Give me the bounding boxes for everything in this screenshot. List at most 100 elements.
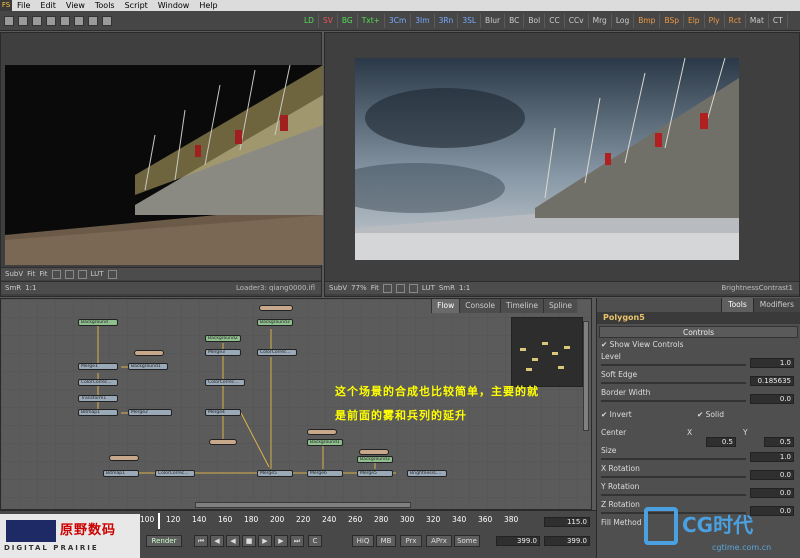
- node-colorcorrector[interactable]: ColorCorrec...: [78, 379, 118, 386]
- node-merge6[interactable]: Merge6: [307, 470, 343, 477]
- toolbar-button-3cm[interactable]: 3Cm: [385, 13, 412, 28]
- time-ruler[interactable]: 100 120 140 160 180 200 220 240 260 280 300 320 340 3…: [140, 515, 540, 527]
- prx-button[interactable]: Prx: [400, 535, 422, 547]
- new-icon[interactable]: [4, 15, 14, 26]
- node-note-4[interactable]: [109, 455, 139, 461]
- end-time-2[interactable]: 399.0: [544, 536, 590, 546]
- node-background2[interactable]: Background2: [205, 335, 241, 342]
- ratio-button[interactable]: 1:1: [25, 284, 36, 292]
- node-colorcorrector-3[interactable]: ColorCorrec...: [205, 379, 245, 386]
- node-colorcorrector-4[interactable]: ColorCorrec...: [155, 470, 195, 477]
- render-button[interactable]: Render: [146, 535, 182, 547]
- node-transform1[interactable]: Transform1: [78, 395, 118, 402]
- level-slider[interactable]: [601, 364, 746, 366]
- invert-checkbox[interactable]: ✔ Invert: [601, 410, 632, 419]
- smr-button[interactable]: SmR: [5, 284, 21, 292]
- lock-icon[interactable]: [107, 269, 117, 279]
- toolbar-button-sv[interactable]: SV: [319, 13, 338, 28]
- softedge-slider[interactable]: [601, 382, 746, 384]
- toolbar-button-ct[interactable]: CT: [769, 13, 788, 28]
- save-icon[interactable]: [32, 15, 42, 26]
- toolbar-button-elp[interactable]: Elp: [684, 13, 705, 28]
- toolbar-button-txt[interactable]: Txt+: [358, 13, 385, 28]
- xrot-row[interactable]: X Rotation 0.0: [597, 464, 800, 482]
- smr-button[interactable]: SmR: [439, 284, 455, 292]
- curve-icon[interactable]: [51, 269, 61, 279]
- toolbar-button-log[interactable]: Log: [612, 13, 635, 28]
- node-merge3[interactable]: Merge3: [205, 349, 241, 356]
- fit-button[interactable]: Fit: [371, 284, 379, 292]
- node-bitmap[interactable]: Background: [78, 319, 118, 326]
- zoom-level[interactable]: 77%: [351, 284, 367, 292]
- aprx-button[interactable]: APrx: [426, 535, 452, 547]
- circle-icon[interactable]: [77, 269, 87, 279]
- node-note-6[interactable]: [307, 429, 337, 435]
- copy-icon[interactable]: [60, 15, 70, 26]
- size-slider[interactable]: [601, 458, 746, 460]
- size-value[interactable]: 1.0: [750, 452, 794, 462]
- ratio-button[interactable]: 1:1: [459, 284, 470, 292]
- solid-checkbox[interactable]: ✔ Solid: [697, 410, 724, 419]
- menu-script[interactable]: Script: [120, 0, 153, 11]
- toolbar-button-bol[interactable]: Bol: [524, 13, 546, 28]
- node-colorcorrector-2[interactable]: ColorCorrec...: [257, 349, 297, 356]
- fit-button[interactable]: Fit: [27, 270, 35, 278]
- toolbar-button-3im[interactable]: 3Im: [411, 13, 435, 28]
- yrot-row[interactable]: Y Rotation 0.0: [597, 482, 800, 500]
- play-back-icon[interactable]: ◀: [226, 535, 240, 547]
- subv-button[interactable]: SubV: [5, 270, 23, 278]
- current-time[interactable]: 115.0: [544, 517, 590, 527]
- node-brightness[interactable]: BrightnessC...: [407, 470, 447, 477]
- node-background5[interactable]: Background3: [357, 456, 393, 463]
- node-merge5[interactable]: Merge5: [257, 470, 293, 477]
- lut-button[interactable]: LUT: [91, 270, 104, 278]
- toolbar-button-bc[interactable]: BC: [505, 13, 525, 28]
- node-merge1[interactable]: Merge1: [78, 363, 118, 370]
- paste-icon[interactable]: [74, 15, 84, 26]
- node-bitmap1[interactable]: Bitmap1: [78, 409, 118, 416]
- node-bitmap2[interactable]: Bitmap1: [103, 470, 139, 477]
- circle-icon[interactable]: [408, 283, 418, 293]
- some-button[interactable]: Some: [454, 535, 480, 547]
- step-forward-icon[interactable]: ▶: [274, 535, 288, 547]
- param-level[interactable]: Level 1.0: [597, 352, 800, 370]
- flow-scrollbar-v[interactable]: [583, 321, 589, 431]
- open-icon[interactable]: [18, 15, 28, 26]
- node-background1[interactable]: Background1: [128, 363, 168, 370]
- node-background3[interactable]: Background3: [257, 319, 293, 326]
- playhead[interactable]: [158, 513, 160, 529]
- param-soft-edge[interactable]: Soft Edge 0.185635: [597, 370, 800, 388]
- yrot-value[interactable]: 0.0: [750, 488, 794, 498]
- toolbar-button-bg[interactable]: BG: [338, 13, 358, 28]
- menu-help[interactable]: Help: [194, 0, 222, 11]
- flow-panel[interactable]: Flow Console Timeline Spline Background …: [0, 298, 592, 510]
- param-border-width[interactable]: Border Width 0.0: [597, 388, 800, 406]
- viewer-left[interactable]: SubV Fit Fit LUT SmR 1:1 Loader3: qiang0…: [0, 32, 323, 297]
- node-merge2[interactable]: Merge2: [128, 409, 172, 416]
- xrot-value[interactable]: 0.0: [750, 470, 794, 480]
- fit-button-2[interactable]: Fit: [39, 270, 47, 278]
- toolbar-button-bmp[interactable]: Bmp: [634, 13, 661, 28]
- toolbar-button-blur[interactable]: Blur: [481, 13, 506, 28]
- menu-edit[interactable]: Edit: [35, 0, 61, 11]
- redo-icon[interactable]: [102, 15, 112, 26]
- undo-icon[interactable]: [88, 15, 98, 26]
- xrot-slider[interactable]: [601, 476, 746, 478]
- tab-tools[interactable]: Tools: [721, 298, 753, 312]
- toolbar-button-ccv[interactable]: CCv: [565, 13, 589, 28]
- level-value[interactable]: 1.0: [750, 358, 794, 368]
- flow-scrollbar-h[interactable]: [195, 502, 411, 508]
- node-merge7[interactable]: Merge5: [357, 470, 393, 477]
- node-merge4[interactable]: Merge4: [205, 409, 241, 416]
- node-note-2[interactable]: [259, 305, 293, 311]
- tool-name[interactable]: Polygon5: [597, 312, 800, 324]
- mb-button[interactable]: MB: [376, 535, 396, 547]
- menu-view[interactable]: View: [61, 0, 90, 11]
- toolbar-button-mat[interactable]: Mat: [746, 13, 769, 28]
- softedge-value[interactable]: 0.185635: [750, 376, 794, 386]
- border-value[interactable]: 0.0: [750, 394, 794, 404]
- node-background4[interactable]: Background1: [307, 439, 343, 446]
- go-start-icon[interactable]: ⏮: [194, 535, 208, 547]
- toolbar-button-bsp[interactable]: BSp: [660, 13, 684, 28]
- play-icon[interactable]: ▶: [258, 535, 272, 547]
